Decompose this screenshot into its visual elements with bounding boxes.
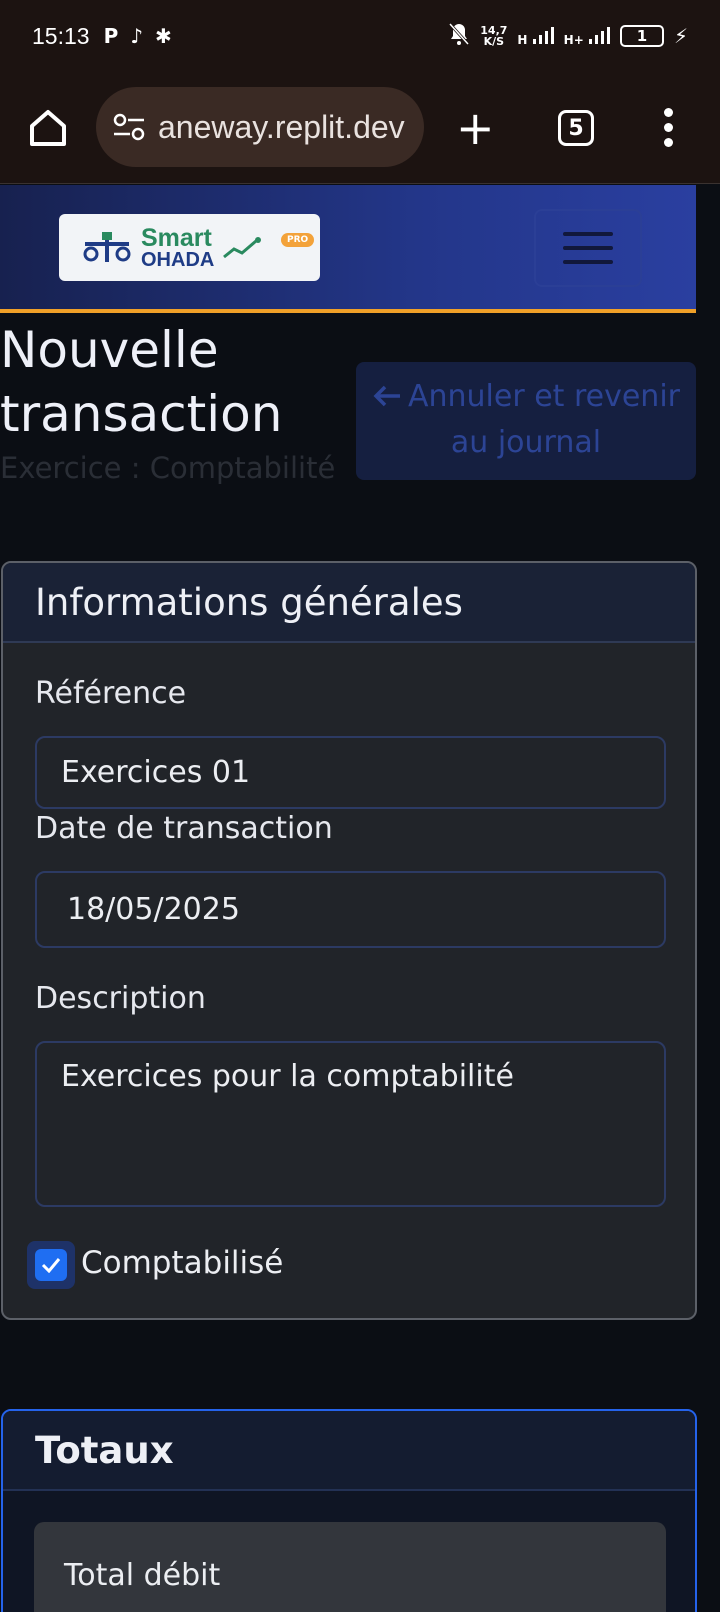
net-speed-unit: K/S (483, 35, 505, 48)
date-value: 18/05/2025 (67, 892, 240, 927)
posted-checkbox[interactable] (27, 1241, 75, 1289)
pro-badge: PRO (281, 233, 315, 247)
app-header: Smart OHADA PRO (0, 185, 696, 313)
signal-bars-icon (532, 26, 554, 44)
description-textarea[interactable]: Exercices pour la comptabilité (35, 1041, 666, 1207)
status-bar: 15:13 P ♪ ✱ 14,7 K/S H H+ 1 ⚡ (0, 0, 720, 72)
page-subtitle: Exercice : Comptabilité (0, 451, 336, 485)
signal-2: H+ (564, 26, 610, 47)
url-text: aneway.replit.dev (158, 108, 405, 145)
total-debit-box: Total débit (34, 1522, 666, 1612)
brand-logo[interactable]: Smart OHADA PRO (59, 214, 320, 281)
date-input[interactable]: 18/05/2025 (35, 871, 666, 948)
arrow-left-icon (373, 385, 400, 407)
totals-card: Totaux Total débit (1, 1409, 697, 1612)
general-info-heading: Informations générales (3, 563, 695, 643)
menu-toggle-button[interactable] (534, 209, 642, 287)
reference-label: Référence (35, 676, 187, 711)
general-info-card: Informations générales Référence Exercic… (1, 561, 697, 1320)
description-label: Description (35, 981, 206, 1016)
tab-switcher-button[interactable]: 5 (558, 110, 594, 146)
checkmark-icon (35, 1249, 67, 1281)
signal-1-type: H (517, 32, 528, 47)
battery-icon: 1 (619, 25, 664, 47)
signal-1: H (517, 26, 554, 47)
posted-label[interactable]: Comptabilisé (81, 1245, 283, 1281)
signal-bars-icon (588, 26, 610, 44)
trend-chart-icon (223, 236, 262, 258)
tiktok-icon: ♪ (130, 24, 143, 48)
description-value: Exercices pour la comptabilité (61, 1059, 514, 1094)
more-menu-icon[interactable] (664, 108, 674, 148)
brand-text: Smart OHADA (141, 223, 215, 271)
brand-smart: Smart (141, 223, 212, 252)
signal-2-type: H+ (563, 32, 584, 47)
brand-ohada: OHADA (141, 248, 215, 271)
status-time: 15:13 (32, 22, 90, 49)
reference-value: Exercices 01 (61, 755, 251, 790)
net-speed: 14,7 K/S (480, 25, 507, 47)
cancel-button-label: Annuler et revenir au journal (407, 379, 680, 460)
totals-heading: Totaux (3, 1411, 695, 1491)
reference-input[interactable]: Exercices 01 (35, 736, 666, 809)
charging-icon: ⚡ (673, 24, 688, 48)
address-bar[interactable]: aneway.replit.dev (96, 87, 424, 167)
android-icon: ✱ (155, 24, 172, 48)
total-debit-label: Total débit (64, 1558, 221, 1593)
parking-icon: P (103, 24, 119, 48)
status-right-group: 14,7 K/S H H+ 1 ⚡ (448, 22, 688, 50)
date-label: Date de transaction (35, 811, 333, 846)
page-title: Nouvelle transaction (0, 321, 283, 443)
cancel-back-button[interactable]: Annuler et revenir au journal (356, 362, 696, 480)
new-tab-icon[interactable]: + (456, 105, 495, 151)
mute-bell-icon (448, 22, 470, 50)
scales-icon (83, 231, 131, 262)
site-settings-icon[interactable] (112, 112, 146, 142)
home-icon[interactable] (26, 106, 70, 150)
